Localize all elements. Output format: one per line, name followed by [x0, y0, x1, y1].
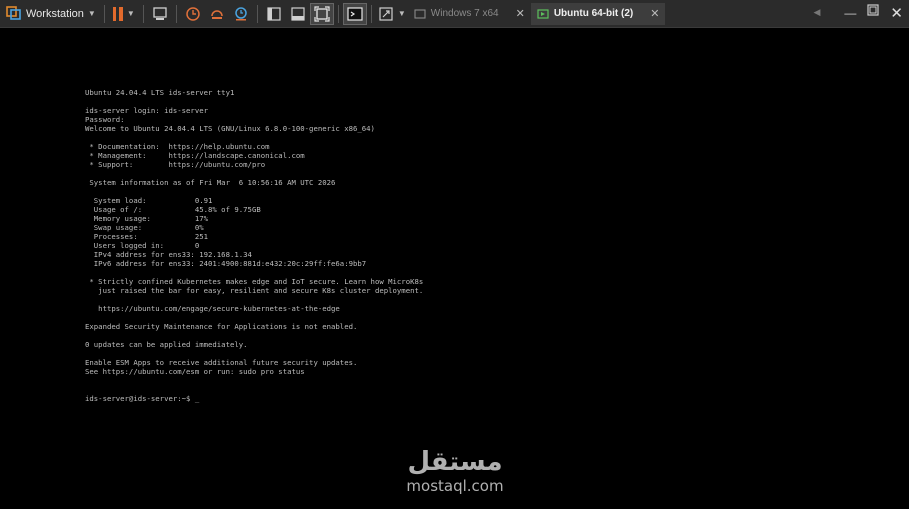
revert-snapshot-button[interactable] — [205, 3, 229, 25]
console-view-button[interactable] — [342, 2, 367, 25]
terminal-line: Welcome to Ubuntu 24.04.4 LTS (GNU/Linux… — [85, 124, 375, 133]
snapshot-button[interactable] — [181, 3, 205, 25]
toolbar-divider — [337, 4, 339, 23]
terminal-line: Processes: 251 — [85, 232, 209, 241]
close-icon[interactable]: ✕ — [516, 7, 525, 20]
terminal-line: Users logged in: 0 — [85, 241, 200, 250]
thumbnail-bar-icon — [291, 6, 305, 21]
terminal-line: System load: 0.91 — [85, 196, 213, 205]
close-icon[interactable]: ✕ — [650, 7, 659, 20]
stretch-icon — [379, 6, 393, 21]
terminal-line: Ubuntu 24.04.4 LTS ids-server tty1 — [85, 88, 235, 97]
terminal-line: Memory usage: 17% — [85, 214, 209, 223]
vm-tab-icon — [414, 8, 426, 19]
snapshot-manager-button[interactable] — [229, 3, 253, 25]
minimize-icon[interactable]: — — [844, 6, 856, 20]
keyboard-send-icon — [153, 6, 167, 20]
tab-windows-7[interactable]: Windows 7 x64 ✕ — [407, 2, 531, 25]
terminal-line: See https://ubuntu.com/esm or run: sudo … — [85, 367, 305, 376]
library-sidebar-icon — [267, 6, 281, 21]
show-library-button[interactable] — [262, 3, 286, 25]
terminal-icon — [347, 6, 363, 21]
chevron-left-icon[interactable]: ◀ — [814, 7, 821, 18]
mostaql-watermark: مستقل mostaql.com — [398, 446, 512, 494]
tab-label: Windows 7 x64 — [430, 8, 499, 19]
terminal-line: System information as of Fri Mar 6 10:56… — [85, 178, 336, 187]
full-screen-button[interactable] — [309, 2, 334, 25]
revert-icon — [211, 9, 223, 19]
chevron-down-icon: ▼ — [126, 9, 135, 18]
show-thumbnail-button[interactable] — [286, 3, 310, 25]
watermark-arabic: مستقل — [407, 447, 503, 477]
terminal-line: https://ubuntu.com/engage/secure-kuberne… — [85, 304, 340, 313]
vmware-toolbar: Workstation ▼ ▼ ▼ Windows 7 x64 ✕ Ubuntu… — [0, 0, 909, 28]
toolbar-divider — [370, 4, 372, 23]
terminal-line: IPv6 address for ens33: 2401:4900:881d:e… — [85, 259, 367, 268]
terminal-line: * Documentation: https://help.ubuntu.com — [85, 142, 270, 151]
chevron-down-icon: ▼ — [397, 9, 406, 18]
vm-running-icon — [537, 8, 549, 19]
toolbar-divider — [175, 4, 177, 23]
workstation-menu[interactable]: Workstation ▼ — [0, 3, 100, 25]
terminal-line: Enable ESM Apps to receive additional fu… — [85, 358, 358, 367]
stretch-view-button[interactable]: ▼ — [376, 3, 408, 25]
restore-icon[interactable] — [866, 3, 880, 22]
terminal-line: * Support: https://ubuntu.com/pro — [85, 160, 266, 169]
tab-label: Ubuntu 64-bit (2) — [553, 8, 634, 19]
terminal-line: ids-server@ids-server:~$ _ — [85, 394, 200, 403]
terminal-line: ids-server login: ids-server — [85, 106, 209, 115]
clock-snapshot-icon — [186, 6, 200, 21]
terminal-line: * Strictly confined Kubernetes makes edg… — [85, 277, 424, 286]
vm-console-output[interactable]: Ubuntu 24.04.4 LTS ids-server tty1 ids-s… — [85, 88, 505, 403]
workstation-label: Workstation — [26, 7, 84, 20]
watermark-domain: mostaql.com — [406, 477, 504, 495]
terminal-line: * Management: https://landscape.canonica… — [85, 151, 305, 160]
terminal-line: Usage of /: 45.8% of 9.75GB — [85, 205, 261, 214]
snapshot-manager-icon — [235, 6, 247, 20]
terminal-line: Password: — [85, 115, 125, 124]
toolbar-divider — [103, 4, 105, 23]
terminal-line: Expanded Security Maintenance for Applic… — [85, 322, 358, 331]
vmware-logo-icon — [6, 4, 22, 23]
window-controls: ◀ — ✕ — [814, 3, 903, 22]
terminal-line: Swap usage: 0% — [85, 223, 204, 232]
tab-ubuntu[interactable]: Ubuntu 64-bit (2) ✕ — [530, 2, 666, 25]
power-pause-button[interactable]: ▼ — [109, 3, 139, 25]
terminal-line: just raised the bar for easy, resilient … — [85, 286, 424, 295]
terminal-line: 0 updates can be applied immediately. — [85, 340, 248, 349]
full-screen-icon — [314, 5, 330, 22]
send-ctrl-alt-del-button[interactable] — [148, 3, 172, 25]
terminal-line: IPv4 address for ens33: 192.168.1.34 — [85, 250, 252, 259]
chevron-down-icon: ▼ — [87, 9, 96, 18]
toolbar-divider — [142, 4, 144, 23]
pause-icon — [112, 6, 123, 21]
toolbar-divider — [256, 4, 258, 23]
close-window-icon[interactable]: ✕ — [890, 4, 903, 22]
